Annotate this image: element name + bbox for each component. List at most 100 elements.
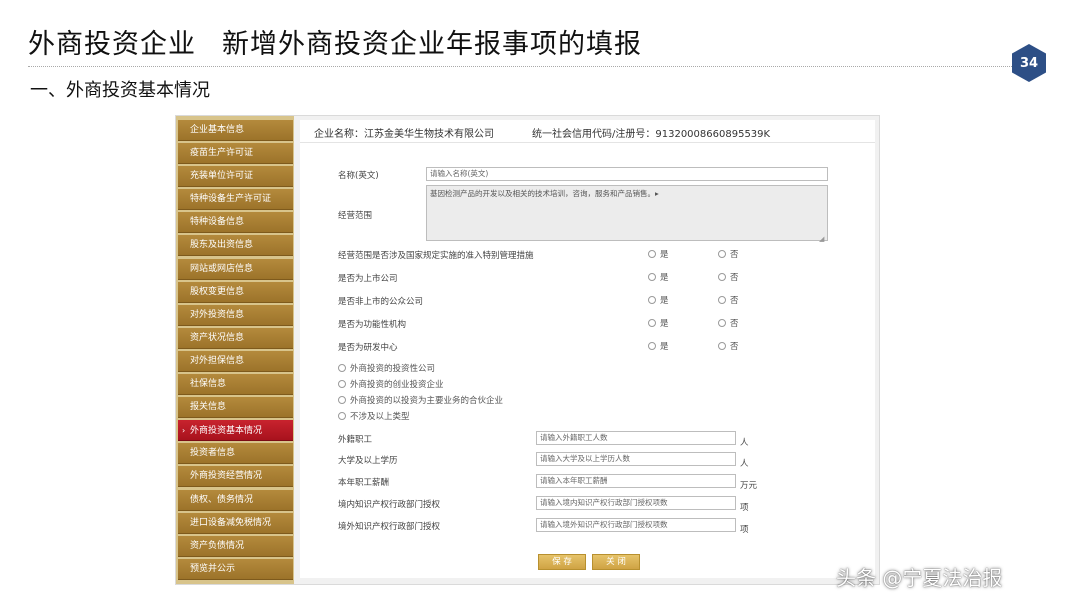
- question-label: 是否为研发中心: [338, 343, 398, 353]
- radio-yes[interactable]: 是: [648, 340, 669, 352]
- number-field-label: 境外知识产权行政部门授权: [338, 522, 441, 532]
- business-scope-textarea[interactable]: 基因检测产品的开发以及相关的技术培训，咨询，服务和产品销售。▸: [426, 185, 828, 241]
- sidebar-item[interactable]: › 外商投资基本情况: [178, 420, 293, 442]
- radio-label: 外商投资的投资性公司: [350, 364, 436, 374]
- resize-handle-icon[interactable]: ◢: [819, 235, 824, 243]
- radio-no[interactable]: 否: [718, 294, 739, 306]
- radio-no[interactable]: 否: [718, 340, 739, 352]
- sidebar-item-label: 资产负债情况: [190, 540, 245, 551]
- sidebar-item-label: 网站或网店信息: [190, 263, 254, 274]
- radio-no[interactable]: 否: [718, 248, 739, 260]
- sidebar-item[interactable]: 对外投资信息: [178, 304, 293, 326]
- sidebar-item-label: 特种设备生产许可证: [190, 194, 272, 205]
- english-name-input[interactable]: 请输入名称(英文): [426, 167, 828, 181]
- sidebar-item-label: 外商投资基本情况: [190, 426, 263, 437]
- radio-yes[interactable]: 是: [648, 294, 669, 306]
- type-option-radio[interactable]: 外商投资的创业投资企业: [338, 378, 444, 390]
- number-field-input[interactable]: 请输入境外知识产权行政部门授权项数: [536, 518, 736, 532]
- number-field-input[interactable]: 请输入外籍职工人数: [536, 431, 736, 445]
- radio-label: 不涉及以上类型: [350, 412, 410, 422]
- sidebar-item[interactable]: 社保信息: [178, 374, 293, 396]
- sidebar-item[interactable]: 资产状况信息: [178, 327, 293, 349]
- number-field-unit: 项: [740, 525, 749, 535]
- number-field-unit: 万元: [740, 481, 758, 491]
- radio-circle-icon: [338, 380, 346, 388]
- question-label: 经营范围是否涉及国家规定实施的准入特别管理措施: [338, 251, 534, 261]
- number-field-label: 本年职工薪酬: [338, 478, 390, 488]
- sidebar-item[interactable]: 债权、债务情况: [178, 489, 293, 511]
- radio-yes[interactable]: 是: [648, 271, 669, 283]
- credit-code: 统一社会信用代码/注册号：91320008660895539K: [532, 129, 771, 140]
- type-option-radio[interactable]: 外商投资的以投资为主要业务的合伙企业: [338, 394, 503, 406]
- sidebar-item[interactable]: 疫苗生产许可证: [178, 143, 293, 165]
- sidebar-item[interactable]: 充装单位许可证: [178, 166, 293, 188]
- radio-yes[interactable]: 是: [648, 248, 669, 260]
- sidebar-item-label: 进口设备减免税情况: [190, 517, 272, 528]
- sidebar-item-label: 社保信息: [190, 379, 227, 390]
- radio-no[interactable]: 否: [718, 317, 739, 329]
- chevron-right-icon: ›: [182, 426, 186, 436]
- radio-no[interactable]: 否: [718, 271, 739, 283]
- sidebar-item[interactable]: 特种设备生产许可证: [178, 189, 293, 211]
- radio-circle-icon: [718, 296, 726, 304]
- type-option-radio[interactable]: 不涉及以上类型: [338, 410, 410, 422]
- radio-label: 是: [660, 296, 669, 306]
- sidebar-item[interactable]: 预览并公示: [178, 558, 293, 580]
- sidebar-item[interactable]: 股权变更信息: [178, 281, 293, 303]
- sidebar-item-label: 报关信息: [190, 402, 227, 413]
- radio-label: 否: [730, 273, 739, 283]
- number-field-input[interactable]: 请输入本年职工薪酬: [536, 474, 736, 488]
- sidebar-item[interactable]: 外商投资经营情况: [178, 466, 293, 488]
- question-label: 是否为功能性机构: [338, 320, 407, 330]
- sidebar-nav: 企业基本信息疫苗生产许可证 充装单位许可证特种设备生产许可证 特种设备信息 股东及出资…: [176, 116, 294, 584]
- sidebar-item-label: 资产状况信息: [190, 332, 245, 343]
- radio-label: 外商投资的创业投资企业: [350, 380, 444, 390]
- close-button[interactable]: 关 闭: [592, 554, 640, 570]
- title-divider: [28, 66, 1030, 67]
- sidebar-item-label: 特种设备信息: [190, 217, 245, 228]
- radio-circle-icon: [648, 319, 656, 327]
- radio-label: 是: [660, 342, 669, 352]
- type-option-radio[interactable]: 外商投资的投资性公司: [338, 362, 435, 374]
- sidebar-item-label: 企业基本信息: [190, 125, 245, 135]
- sidebar-item[interactable]: 企业基本信息: [178, 120, 293, 141]
- company-name: 企业名称：江苏金美华生物技术有限公司: [314, 129, 494, 140]
- radio-label: 否: [730, 342, 739, 352]
- radio-circle-icon: [338, 396, 346, 404]
- number-field-label: 外籍职工: [338, 435, 373, 445]
- sidebar-item-label: 预览并公示: [190, 563, 236, 574]
- radio-label: 否: [730, 250, 739, 260]
- slide-title-part1: 外商投资企业: [28, 29, 196, 60]
- radio-label: 外商投资的以投资为主要业务的合伙企业: [350, 396, 504, 406]
- sidebar-item[interactable]: 资产负债情况: [178, 535, 293, 557]
- radio-circle-icon: [718, 342, 726, 350]
- radio-yes[interactable]: 是: [648, 317, 669, 329]
- sidebar-item-label: 股东及出资信息: [190, 240, 254, 251]
- sidebar-item[interactable]: 投资者信息: [178, 443, 293, 465]
- slide-title-part2: 新增外商投资企业年报事项的填报: [222, 29, 642, 60]
- number-field-input[interactable]: 请输入境内知识产权行政部门授权项数: [536, 496, 736, 510]
- number-field-input[interactable]: 请输入大学及以上学历人数: [536, 452, 736, 466]
- sidebar-item[interactable]: 特种设备信息: [178, 212, 293, 234]
- radio-circle-icon: [338, 412, 346, 420]
- annual-report-app: 企业基本信息疫苗生产许可证 充装单位许可证特种设备生产许可证 特种设备信息 股东及出资…: [175, 115, 880, 585]
- section-title: 一、外商投资基本情况: [30, 80, 210, 101]
- radio-circle-icon: [648, 296, 656, 304]
- sidebar-item[interactable]: 网站或网店信息: [178, 258, 293, 280]
- number-field-label: 大学及以上学历: [338, 456, 398, 466]
- watermark-text: 头条 @宁夏法治报: [836, 566, 1003, 590]
- number-field-unit: 项: [740, 503, 749, 513]
- sidebar-item-label: 投资者信息: [190, 448, 236, 459]
- sidebar-item[interactable]: 股东及出资信息: [178, 235, 293, 257]
- radio-label: 是: [660, 319, 669, 329]
- sidebar-item-label: 对外担保信息: [190, 355, 245, 366]
- number-field-label: 境内知识产权行政部门授权: [338, 500, 441, 510]
- sidebar-item[interactable]: 进口设备减免税情况: [178, 512, 293, 534]
- save-button[interactable]: 保 存: [538, 554, 586, 570]
- sidebar-item-label: 股权变更信息: [190, 286, 245, 297]
- company-info-bar: 企业名称：江苏金美华生物技术有限公司 统一社会信用代码/注册号：91320008…: [300, 120, 875, 143]
- sidebar-item[interactable]: 报关信息: [178, 397, 293, 419]
- radio-label: 否: [730, 319, 739, 329]
- radio-label: 否: [730, 296, 739, 306]
- sidebar-item[interactable]: 对外担保信息: [178, 350, 293, 372]
